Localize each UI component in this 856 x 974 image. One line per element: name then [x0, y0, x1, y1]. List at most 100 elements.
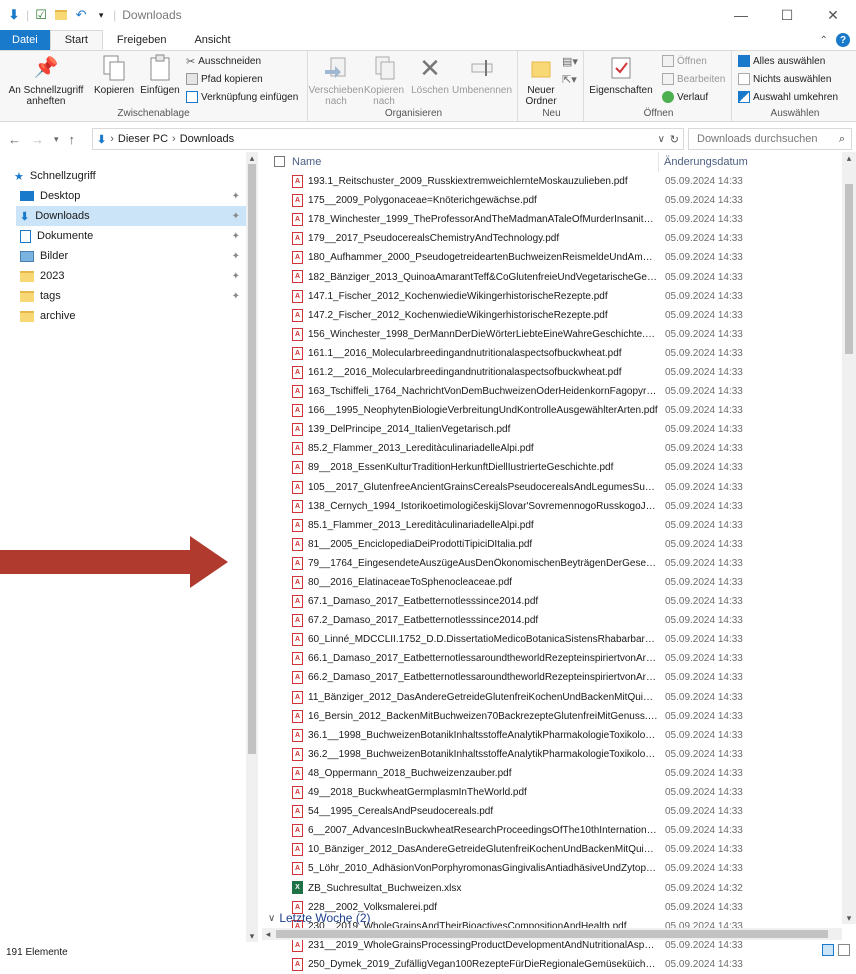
- history-button[interactable]: Verlauf: [662, 91, 708, 103]
- details-view-icon[interactable]: [822, 944, 834, 956]
- back-arrow-icon[interactable]: ←: [8, 132, 21, 147]
- file-row[interactable]: A 156_Winchester_1998_DerMannDerDieWörter…: [262, 325, 842, 344]
- file-row[interactable]: A 36.2__1998_BuchweizenBotanikInhaltsstof…: [262, 745, 842, 764]
- file-row[interactable]: A 180_Aufhammer_2000_PseudogetreideartenB…: [262, 248, 842, 267]
- column-name[interactable]: Name: [292, 156, 321, 168]
- copy-button[interactable]: Kopieren: [92, 53, 136, 96]
- pin-quick-access-button[interactable]: 📌 An Schnellzugriff anheften: [2, 53, 90, 108]
- search-input[interactable]: Downloads durchsuchen ⌕: [688, 128, 852, 150]
- customize-toolbar-icon[interactable]: ▾: [93, 7, 109, 23]
- tab-start[interactable]: Start: [49, 30, 103, 50]
- undo-icon[interactable]: ↶: [73, 7, 89, 23]
- select-none-button[interactable]: Nichts auswählen: [738, 73, 831, 85]
- nav-item-documents[interactable]: Dokumente ✦: [16, 226, 246, 246]
- file-row[interactable]: A 105__2017_GlutenfreeAncientGrainsCereal…: [262, 478, 842, 497]
- file-row[interactable]: A 67.2_Damaso_2017_Eatbetternotlesssince2…: [262, 611, 842, 630]
- horizontal-scroll-thumb[interactable]: [276, 930, 828, 938]
- rename-button[interactable]: Umbenennen: [452, 53, 512, 96]
- open-button[interactable]: Öffnen: [662, 55, 707, 67]
- scroll-left-icon[interactable]: ◂: [262, 928, 274, 940]
- nav-item-tags[interactable]: tags ✦: [16, 286, 246, 306]
- file-row[interactable]: A 80__2016_ElatinaceaeToSphenocleaceae.pd…: [262, 573, 842, 592]
- column-date[interactable]: Änderungsdatum: [664, 156, 748, 168]
- invert-selection-button[interactable]: Auswahl umkehren: [738, 91, 838, 103]
- close-button[interactable]: ✕: [810, 0, 856, 30]
- file-row[interactable]: A 6__2007_AdvancesInBuckwheatResearchProc…: [262, 821, 842, 840]
- nav-item-desktop[interactable]: Desktop ✦: [16, 186, 246, 206]
- breadcrumb-downloads[interactable]: Downloads: [180, 133, 234, 145]
- easy-access-icon[interactable]: ⇱▾: [562, 73, 577, 86]
- file-row[interactable]: A 85.1_Flammer_2013_Lereditàculinariadell…: [262, 516, 842, 535]
- collapse-ribbon-icon[interactable]: ⌃: [820, 35, 828, 46]
- move-to-button[interactable]: Verschieben nach: [308, 53, 364, 107]
- search-icon[interactable]: ⌕: [839, 133, 845, 146]
- properties-icon[interactable]: ☑: [33, 7, 49, 23]
- tab-share[interactable]: Freigeben: [103, 30, 181, 50]
- properties-button[interactable]: Eigenschaften: [588, 53, 654, 96]
- horizontal-scrollbar[interactable]: ◂: [262, 928, 842, 940]
- new-folder-button[interactable]: Neuer Ordner: [524, 53, 558, 107]
- file-row[interactable]: A 36.1__1998_BuchweizenBotanikInhaltsstof…: [262, 726, 842, 745]
- breadcrumb-this-pc[interactable]: Dieser PC: [118, 133, 168, 145]
- tab-file[interactable]: Datei: [0, 30, 50, 50]
- large-icons-view-icon[interactable]: [838, 944, 850, 956]
- file-row[interactable]: A 79__1764_EingesendeteAuszügeAusDenÖkono…: [262, 554, 842, 573]
- paste-button[interactable]: Einfügen: [138, 53, 182, 96]
- file-row[interactable]: A 161.2__2016_Molecularbreedingandnutriti…: [262, 363, 842, 382]
- file-row[interactable]: A 66.1_Damaso_2017_Eatbetternotlessaround…: [262, 649, 842, 668]
- file-list-scrollbar[interactable]: ▴ ▾: [842, 152, 856, 924]
- file-row[interactable]: A 16_Bersin_2012_BackenMitBuchweizen70Bac…: [262, 707, 842, 726]
- address-dropdown-icon[interactable]: ∨: [658, 134, 665, 145]
- file-row[interactable]: A 182_Bänziger_2013_QuinoaAmarantTeff&CoG…: [262, 267, 842, 286]
- file-row[interactable]: A 139_DelPrincipe_2014_ItalienVegetarisch…: [262, 420, 842, 439]
- scroll-down-icon[interactable]: ▾: [843, 912, 855, 924]
- file-row[interactable]: A 89__2018_EssenKulturTraditionHerkunftDi…: [262, 458, 842, 477]
- new-item-icon[interactable]: ▤▾: [562, 55, 578, 68]
- nav-item-archive[interactable]: archive: [16, 306, 246, 326]
- recent-dropdown-icon[interactable]: ▾: [54, 134, 59, 145]
- nav-item-pictures[interactable]: Bilder ✦: [16, 246, 246, 266]
- file-row[interactable]: A 179__2017_PseudocerealsChemistryAndTech…: [262, 229, 842, 248]
- maximize-button[interactable]: ☐: [764, 0, 810, 30]
- scroll-down-icon[interactable]: ▾: [246, 930, 258, 942]
- file-row[interactable]: A 178_Winchester_1999_TheProfessorAndTheM…: [262, 210, 842, 229]
- scroll-up-icon[interactable]: ▴: [246, 152, 258, 164]
- file-row[interactable]: A 166__1995_NeophytenBiologieVerbreitungU…: [262, 401, 842, 420]
- minimize-button[interactable]: —: [718, 0, 764, 30]
- file-row[interactable]: A 161.1__2016_Molecularbreedingandnutriti…: [262, 344, 842, 363]
- file-row[interactable]: A 48_Oppermann_2018_Buchweizenzauber.pdf 0…: [262, 764, 842, 783]
- file-row[interactable]: A 147.2_Fischer_2012_KochenwiedieWikinger…: [262, 306, 842, 325]
- file-row[interactable]: A 11_Bänziger_2012_DasAndereGetreideGlute…: [262, 688, 842, 707]
- file-row[interactable]: A 193.1_Reitschuster_2009_Russkiextremwei…: [262, 172, 842, 191]
- refresh-icon[interactable]: ↻: [670, 133, 679, 146]
- copy-path-button[interactable]: Pfad kopieren: [186, 73, 263, 85]
- file-row[interactable]: A 81__2005_EnciclopediaDeiProdottiTipiciD…: [262, 535, 842, 554]
- select-all-button[interactable]: Alles auswählen: [738, 55, 825, 67]
- forward-arrow-icon[interactable]: →: [31, 132, 44, 147]
- nav-item-2023[interactable]: 2023 ✦: [16, 266, 246, 286]
- address-bar[interactable]: ⬇ › Dieser PC › Downloads ∨ ↻: [92, 128, 684, 150]
- nav-scroll-thumb[interactable]: [248, 164, 256, 754]
- up-arrow-icon[interactable]: ↑: [69, 132, 76, 147]
- help-icon[interactable]: ?: [836, 33, 850, 47]
- file-row[interactable]: X ZB_Suchresultat_Buchweizen.xlsx 05.09.20…: [262, 878, 842, 897]
- file-row[interactable]: A 54__1995_CerealsAndPseudocereals.pdf 05.…: [262, 802, 842, 821]
- scroll-up-icon[interactable]: ▴: [843, 152, 855, 164]
- nav-scrollbar[interactable]: ▴ ▾: [246, 152, 258, 942]
- file-row[interactable]: A 175__2009_Polygonaceae=Knöterichgewächs…: [262, 191, 842, 210]
- file-row[interactable]: A 138_Černych_1994_Istorikoetimologičeski…: [262, 497, 842, 516]
- new-folder-icon[interactable]: [53, 7, 69, 23]
- file-row[interactable]: A 49__2018_BuckwheatGermplasmInTheWorld.p…: [262, 783, 842, 802]
- cut-button[interactable]: ✂ Ausschneiden: [186, 55, 261, 68]
- group-header-last-week[interactable]: ∨ Letzte Woche (2): [268, 911, 370, 925]
- file-list-scroll-thumb[interactable]: [845, 184, 853, 354]
- delete-button[interactable]: ✕ Löschen: [410, 53, 450, 97]
- file-row[interactable]: A 163_Tschiffeli_1764_NachrichtVonDemBuch…: [262, 382, 842, 401]
- copy-to-button[interactable]: Kopieren nach: [362, 53, 406, 107]
- file-row[interactable]: A 66.2_Damaso_2017_Eatbetternotlessaround…: [262, 668, 842, 687]
- file-row[interactable]: A 85.2_Flammer_2013_Lereditàculinariadell…: [262, 439, 842, 458]
- select-all-checkbox[interactable]: [274, 156, 285, 167]
- file-row[interactable]: A 147.1_Fischer_2012_KochenwiedieWikinger…: [262, 287, 842, 306]
- edit-button[interactable]: Bearbeiten: [662, 73, 725, 85]
- file-row[interactable]: A 5_Löhr_2010_AdhäsionVonPorphyromonasGin…: [262, 859, 842, 878]
